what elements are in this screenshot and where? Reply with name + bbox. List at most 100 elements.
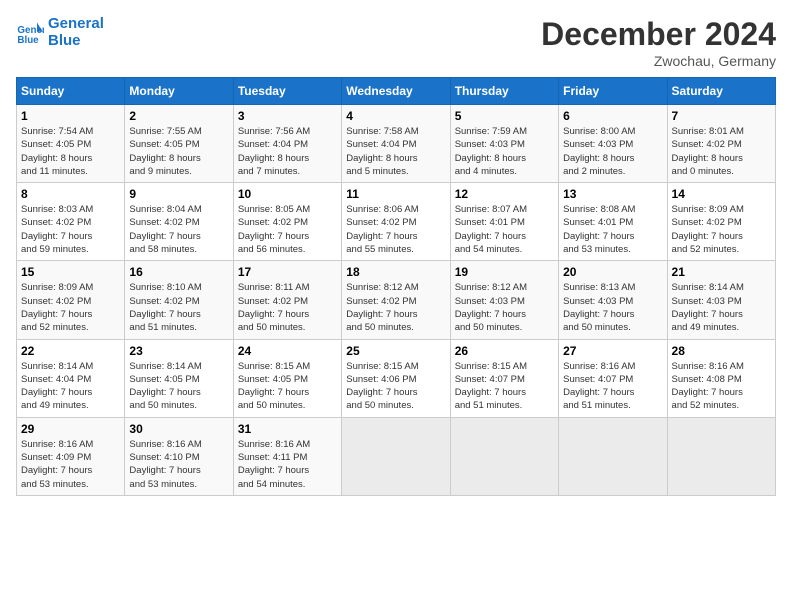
day-number: 16 [129, 265, 228, 279]
page-header: General Blue General Blue December 2024 … [16, 16, 776, 69]
logo: General Blue General Blue [16, 16, 104, 49]
day-info: Sunrise: 8:00 AM Sunset: 4:03 PM Dayligh… [563, 125, 662, 178]
calendar-cell: 26 Sunrise: 8:15 AM Sunset: 4:07 PM Dayli… [450, 339, 558, 417]
calendar-cell: 27 Sunrise: 8:16 AM Sunset: 4:07 PM Dayli… [559, 339, 667, 417]
calendar-cell: 5 Sunrise: 7:59 AM Sunset: 4:03 PM Daylig… [450, 105, 558, 183]
calendar-cell: 19 Sunrise: 8:12 AM Sunset: 4:03 PM Dayli… [450, 261, 558, 339]
day-number: 20 [563, 265, 662, 279]
calendar-cell [342, 417, 450, 495]
day-info: Sunrise: 7:55 AM Sunset: 4:05 PM Dayligh… [129, 125, 228, 178]
day-info: Sunrise: 8:04 AM Sunset: 4:02 PM Dayligh… [129, 203, 228, 256]
calendar-week-row: 15 Sunrise: 8:09 AM Sunset: 4:02 PM Dayli… [17, 261, 776, 339]
day-info: Sunrise: 8:14 AM Sunset: 4:04 PM Dayligh… [21, 360, 120, 413]
calendar-cell: 16 Sunrise: 8:10 AM Sunset: 4:02 PM Dayli… [125, 261, 233, 339]
month-title: December 2024 [541, 16, 776, 53]
day-info: Sunrise: 8:03 AM Sunset: 4:02 PM Dayligh… [21, 203, 120, 256]
dow-header: Sunday [17, 78, 125, 105]
day-info: Sunrise: 8:10 AM Sunset: 4:02 PM Dayligh… [129, 281, 228, 334]
dow-header: Saturday [667, 78, 775, 105]
day-number: 12 [455, 187, 554, 201]
day-info: Sunrise: 8:16 AM Sunset: 4:08 PM Dayligh… [672, 360, 771, 413]
day-number: 29 [21, 422, 120, 436]
calendar-cell: 11 Sunrise: 8:06 AM Sunset: 4:02 PM Dayli… [342, 183, 450, 261]
calendar-cell: 21 Sunrise: 8:14 AM Sunset: 4:03 PM Dayli… [667, 261, 775, 339]
location-subtitle: Zwochau, Germany [541, 53, 776, 69]
calendar-cell: 14Sunrise: 8:09 AM Sunset: 4:02 PM Dayli… [667, 183, 775, 261]
day-number: 24 [238, 344, 337, 358]
day-info: Sunrise: 8:14 AM Sunset: 4:03 PM Dayligh… [672, 281, 771, 334]
calendar-week-row: 1 Sunrise: 7:54 AM Sunset: 4:05 PM Daylig… [17, 105, 776, 183]
day-number: 21 [672, 265, 771, 279]
day-info: Sunrise: 8:15 AM Sunset: 4:05 PM Dayligh… [238, 360, 337, 413]
day-info: Sunrise: 8:05 AM Sunset: 4:02 PM Dayligh… [238, 203, 337, 256]
day-info: Sunrise: 7:59 AM Sunset: 4:03 PM Dayligh… [455, 125, 554, 178]
day-number: 18 [346, 265, 445, 279]
calendar-week-row: 29 Sunrise: 8:16 AM Sunset: 4:09 PM Dayli… [17, 417, 776, 495]
day-info: Sunrise: 7:54 AM Sunset: 4:05 PM Dayligh… [21, 125, 120, 178]
day-info: Sunrise: 8:13 AM Sunset: 4:03 PM Dayligh… [563, 281, 662, 334]
calendar-table: SundayMondayTuesdayWednesdayThursdayFrid… [16, 77, 776, 496]
day-info: Sunrise: 8:08 AM Sunset: 4:01 PM Dayligh… [563, 203, 662, 256]
day-number: 11 [346, 187, 445, 201]
day-number: 15 [21, 265, 120, 279]
day-number: 1 [21, 109, 120, 123]
logo-line2: Blue [48, 33, 104, 50]
day-info: Sunrise: 8:12 AM Sunset: 4:03 PM Dayligh… [455, 281, 554, 334]
calendar-cell: 22 Sunrise: 8:14 AM Sunset: 4:04 PM Dayli… [17, 339, 125, 417]
day-number: 30 [129, 422, 228, 436]
day-number: 4 [346, 109, 445, 123]
day-info: Sunrise: 8:09 AM Sunset: 4:02 PM Dayligh… [672, 203, 771, 256]
title-block: December 2024 Zwochau, Germany [541, 16, 776, 69]
logo-icon: General Blue [16, 19, 44, 47]
calendar-cell: 13 Sunrise: 8:08 AM Sunset: 4:01 PM Dayli… [559, 183, 667, 261]
day-number: 27 [563, 344, 662, 358]
day-info: Sunrise: 8:16 AM Sunset: 4:11 PM Dayligh… [238, 438, 337, 491]
calendar-cell: 9 Sunrise: 8:04 AM Sunset: 4:02 PM Daylig… [125, 183, 233, 261]
day-info: Sunrise: 8:16 AM Sunset: 4:07 PM Dayligh… [563, 360, 662, 413]
calendar-week-row: 8 Sunrise: 8:03 AM Sunset: 4:02 PM Daylig… [17, 183, 776, 261]
calendar-cell: 2Sunrise: 7:55 AM Sunset: 4:05 PM Daylig… [125, 105, 233, 183]
day-info: Sunrise: 8:09 AM Sunset: 4:02 PM Dayligh… [21, 281, 120, 334]
calendar-cell: 28 Sunrise: 8:16 AM Sunset: 4:08 PM Dayli… [667, 339, 775, 417]
calendar-cell [559, 417, 667, 495]
calendar-cell: 12Sunrise: 8:07 AM Sunset: 4:01 PM Dayli… [450, 183, 558, 261]
day-number: 31 [238, 422, 337, 436]
day-number: 13 [563, 187, 662, 201]
day-number: 5 [455, 109, 554, 123]
day-info: Sunrise: 8:11 AM Sunset: 4:02 PM Dayligh… [238, 281, 337, 334]
day-number: 28 [672, 344, 771, 358]
day-number: 7 [672, 109, 771, 123]
day-number: 10 [238, 187, 337, 201]
dow-header: Tuesday [233, 78, 341, 105]
day-info: Sunrise: 8:01 AM Sunset: 4:02 PM Dayligh… [672, 125, 771, 178]
dow-header: Monday [125, 78, 233, 105]
calendar-cell: 8 Sunrise: 8:03 AM Sunset: 4:02 PM Daylig… [17, 183, 125, 261]
calendar-cell: 24 Sunrise: 8:15 AM Sunset: 4:05 PM Dayli… [233, 339, 341, 417]
calendar-cell [667, 417, 775, 495]
calendar-week-row: 22 Sunrise: 8:14 AM Sunset: 4:04 PM Dayli… [17, 339, 776, 417]
calendar-cell: 1 Sunrise: 7:54 AM Sunset: 4:05 PM Daylig… [17, 105, 125, 183]
day-number: 23 [129, 344, 228, 358]
day-number: 19 [455, 265, 554, 279]
calendar-cell: 18 Sunrise: 8:12 AM Sunset: 4:02 PM Dayli… [342, 261, 450, 339]
day-number: 22 [21, 344, 120, 358]
day-info: Sunrise: 8:16 AM Sunset: 4:09 PM Dayligh… [21, 438, 120, 491]
dow-header: Wednesday [342, 78, 450, 105]
calendar-cell: 30Sunrise: 8:16 AM Sunset: 4:10 PM Dayli… [125, 417, 233, 495]
day-info: Sunrise: 8:12 AM Sunset: 4:02 PM Dayligh… [346, 281, 445, 334]
calendar-cell: 25Sunrise: 8:15 AM Sunset: 4:06 PM Dayli… [342, 339, 450, 417]
calendar-cell: 6Sunrise: 8:00 AM Sunset: 4:03 PM Daylig… [559, 105, 667, 183]
day-number: 9 [129, 187, 228, 201]
dow-header: Thursday [450, 78, 558, 105]
calendar-cell: 31 Sunrise: 8:16 AM Sunset: 4:11 PM Dayli… [233, 417, 341, 495]
calendar-cell [450, 417, 558, 495]
svg-text:Blue: Blue [17, 34, 39, 45]
day-info: Sunrise: 8:06 AM Sunset: 4:02 PM Dayligh… [346, 203, 445, 256]
days-of-week-row: SundayMondayTuesdayWednesdayThursdayFrid… [17, 78, 776, 105]
day-info: Sunrise: 8:15 AM Sunset: 4:07 PM Dayligh… [455, 360, 554, 413]
day-number: 26 [455, 344, 554, 358]
calendar-cell: 15 Sunrise: 8:09 AM Sunset: 4:02 PM Dayli… [17, 261, 125, 339]
day-number: 8 [21, 187, 120, 201]
calendar-cell: 20 Sunrise: 8:13 AM Sunset: 4:03 PM Dayli… [559, 261, 667, 339]
calendar-body: 1 Sunrise: 7:54 AM Sunset: 4:05 PM Daylig… [17, 105, 776, 496]
